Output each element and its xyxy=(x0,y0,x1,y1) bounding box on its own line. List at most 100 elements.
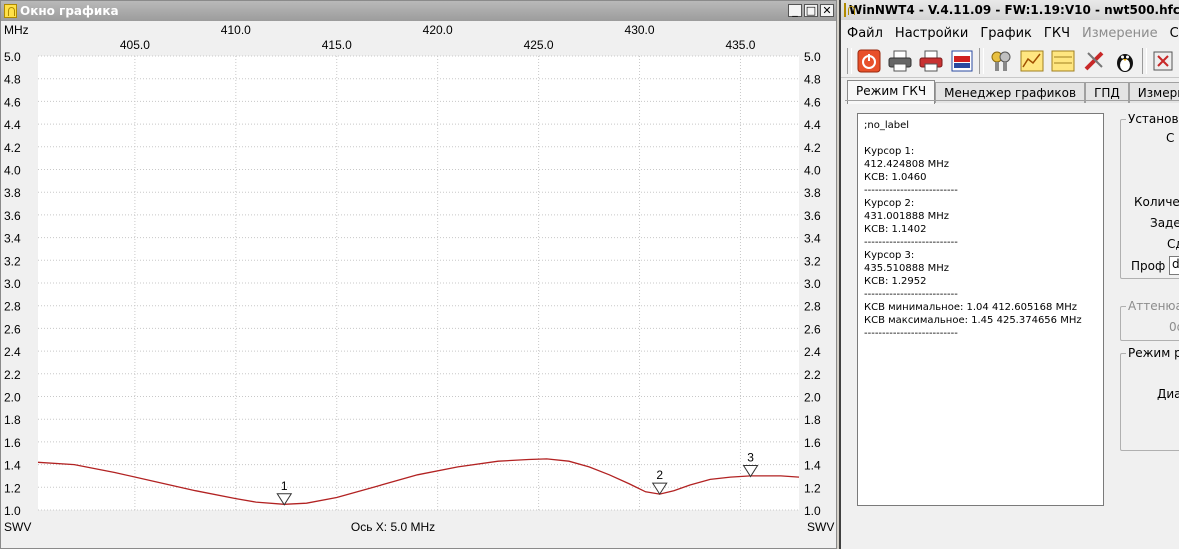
cursor-marker-label: 2 xyxy=(656,468,663,482)
swr-plot[interactable]: 405.0 410.0 415.0 420.0 425.0 430.0 435.0 1.0 1.… xyxy=(1,21,836,548)
y-tick-label-right: 3.6 xyxy=(804,209,821,223)
toolbar xyxy=(841,45,1179,78)
exit-icon[interactable] xyxy=(1150,47,1178,75)
info-line: 412.424808 MHz xyxy=(864,159,950,170)
menu-sweep[interactable]: ГКЧ xyxy=(1038,26,1076,41)
x-tick-label: 425.0 xyxy=(524,38,554,52)
info-line: ;no_label xyxy=(864,120,910,131)
settings-group-title: Установки xyxy=(1126,112,1179,126)
y-tick-label-right: 1.4 xyxy=(804,459,821,473)
y-tick-label-right: 3.4 xyxy=(804,232,821,246)
info-line: КСВ минимальное: 1.04 412.605168 MHz xyxy=(864,302,1077,313)
y-tick-label-right: 1.6 xyxy=(804,436,821,450)
mode-label-diagram: Диаг xyxy=(1157,387,1179,401)
y-tick-label-left: 2.6 xyxy=(4,322,21,336)
y-tick-label-right: 4.2 xyxy=(804,141,821,155)
info-line: -------------------------- xyxy=(864,328,958,339)
menu-measurement[interactable]: Измерение xyxy=(1076,26,1164,41)
power-icon[interactable] xyxy=(855,47,883,75)
x-axis-step-label: Ось X: 5.0 MHz xyxy=(351,520,435,534)
menu-graph[interactable]: График xyxy=(974,26,1038,41)
tools-icon[interactable] xyxy=(1080,47,1108,75)
y-tick-label-right: 3.2 xyxy=(804,254,821,268)
settings-label-delay: Задер xyxy=(1150,216,1179,230)
y-tick-label-left: 4.0 xyxy=(4,164,21,178)
graph-settings-icon[interactable] xyxy=(1049,47,1077,75)
y-tick-label-right: 5.0 xyxy=(804,50,821,64)
app-icon xyxy=(4,4,17,18)
probe-icon[interactable] xyxy=(987,47,1015,75)
info-line: -------------------------- xyxy=(864,185,958,196)
y-tick-label-left: 2.0 xyxy=(4,391,21,405)
info-line xyxy=(864,132,1103,145)
x-tick-label: 420.0 xyxy=(423,23,453,37)
info-line: Курсор 1: xyxy=(864,146,915,157)
settings-label-offset: Сд xyxy=(1167,237,1179,251)
y-tick-label-left: 4.2 xyxy=(4,141,21,155)
graph-window-titlebar[interactable]: Окно графика _ □ ✕ xyxy=(1,1,836,21)
attenuator-group-title: Аттенюато xyxy=(1126,299,1179,313)
close-button[interactable]: ✕ xyxy=(820,4,834,17)
x-tick-label: 405.0 xyxy=(120,38,150,52)
info-line: 431.001888 MHz xyxy=(864,211,950,222)
y-tick-label-right: 1.8 xyxy=(804,413,821,427)
attenuator-value[interactable]: 0d xyxy=(1169,320,1179,334)
app-window-title: WinNWT4 - V.4.11.09 - FW:1.19:V10 - nwt5… xyxy=(849,3,1179,17)
app-icon xyxy=(844,3,855,17)
x-tick-label: 430.0 xyxy=(625,23,655,37)
y-axis-label-left: SWV xyxy=(4,520,31,534)
minimize-button[interactable]: _ xyxy=(788,4,802,17)
y-tick-label-right: 4.4 xyxy=(804,118,821,132)
info-line: КСВ: 1.0460 xyxy=(864,172,927,183)
x-tick-label: 435.0 xyxy=(725,38,755,52)
menu-help[interactable]: Справка xyxy=(1164,26,1179,41)
x-tick-label: 415.0 xyxy=(322,38,352,52)
info-line: КСВ: 1.2952 xyxy=(864,276,927,287)
settings-label-count: Количест xyxy=(1134,195,1179,209)
y-tick-label-right: 1.2 xyxy=(804,481,821,495)
measurement-info-box[interactable]: ;no_label Курсор 1: 412.424808 MHz КСВ: 1.0… xyxy=(857,113,1104,506)
maximize-button[interactable]: □ xyxy=(804,4,818,17)
printer-red-icon[interactable] xyxy=(917,47,945,75)
tab-bar: Режим ГКЧ Менеджер графиков ГПД Измерит xyxy=(847,80,1179,104)
y-tick-label-left: 4.6 xyxy=(4,95,21,109)
y-tick-label-right: 2.8 xyxy=(804,300,821,314)
toolbar-separator xyxy=(847,48,852,74)
info-line: Курсор 3: xyxy=(864,250,915,261)
cursor-marker-label: 3 xyxy=(747,451,754,465)
menu-settings[interactable]: Настройки xyxy=(889,26,974,41)
y-tick-label-left: 1.0 xyxy=(4,504,21,518)
info-line: Курсор 2: xyxy=(864,198,915,209)
y-tick-label-right: 2.0 xyxy=(804,391,821,405)
y-tick-label-left: 2.4 xyxy=(4,345,21,359)
profile-select[interactable]: de xyxy=(1169,256,1179,275)
settings-group: Установки С Д Количест Задер Сд Проф de xyxy=(1120,112,1179,279)
cursor-marker-label: 1 xyxy=(281,479,288,493)
pdf-icon[interactable] xyxy=(948,47,976,75)
settings-label-profile: Проф xyxy=(1131,259,1166,273)
y-tick-label-left: 3.2 xyxy=(4,254,21,268)
graph-icon[interactable] xyxy=(1018,47,1046,75)
graph-window: Окно графика _ □ ✕ 405.0 410.0 415.0 420.0 4… xyxy=(0,0,837,549)
x-tick-label: 410.0 xyxy=(221,23,251,37)
app-window: WinNWT4 - V.4.11.09 - FW:1.19:V10 - nwt5… xyxy=(839,0,1179,549)
y-tick-label-left: 4.4 xyxy=(4,118,21,132)
app-window-titlebar[interactable]: WinNWT4 - V.4.11.09 - FW:1.19:V10 - nwt5… xyxy=(841,0,1179,20)
y-tick-label-left: 5.0 xyxy=(4,50,21,64)
mode-group: Режим ра Диаг xyxy=(1120,346,1179,451)
menu-file[interactable]: Файл xyxy=(841,26,889,41)
y-tick-label-left: 1.2 xyxy=(4,481,21,495)
y-tick-label-right: 2.2 xyxy=(804,368,821,382)
y-tick-label-right: 4.6 xyxy=(804,95,821,109)
mode-group-title: Режим ра xyxy=(1126,346,1179,360)
y-tick-label-left: 1.8 xyxy=(4,413,21,427)
attenuator-group: Аттенюато 0d xyxy=(1120,299,1179,341)
y-tick-label-left: 3.4 xyxy=(4,232,21,246)
info-line: -------------------------- xyxy=(864,237,958,248)
y-tick-label-left: 3.8 xyxy=(4,186,21,200)
printer-icon[interactable] xyxy=(886,47,914,75)
y-tick-label-right: 3.0 xyxy=(804,277,821,291)
linux-icon[interactable] xyxy=(1111,47,1139,75)
info-line: КСВ: 1.1402 xyxy=(864,224,927,235)
y-tick-label-left: 2.8 xyxy=(4,300,21,314)
